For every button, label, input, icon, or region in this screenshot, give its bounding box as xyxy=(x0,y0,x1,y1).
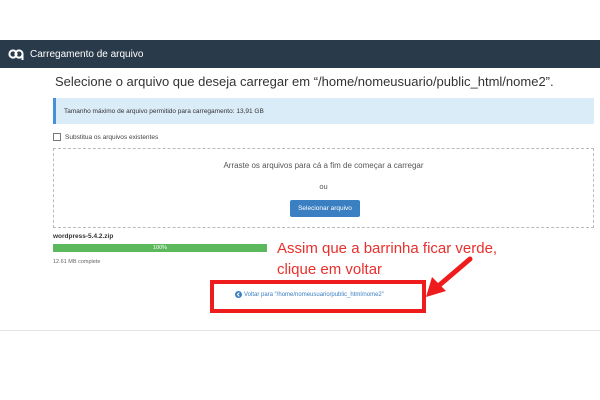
max-size-info-text: Tamanho máximo de arquivo permitido para… xyxy=(64,107,264,115)
annotation-arrow-icon xyxy=(426,256,473,297)
overwrite-checkbox[interactable] xyxy=(53,133,61,141)
top-whitespace xyxy=(0,0,600,40)
upload-status: 12.61 MB complete xyxy=(53,259,101,265)
cpanel-logo-icon xyxy=(8,47,24,61)
arrow-circle-left-icon xyxy=(235,291,242,298)
select-file-button[interactable]: Selecionar arquivo xyxy=(290,200,360,217)
max-size-info-box: Tamanho máximo de arquivo permitido para… xyxy=(53,98,594,124)
upload-progress-label: 100% xyxy=(152,245,168,251)
app-header: Carregamento de arquivo xyxy=(0,40,600,68)
upload-progress-bar: 100% xyxy=(53,244,267,252)
dropzone-or-label: ou xyxy=(319,182,328,191)
back-link[interactable]: Voltar para “/home/nomeusuario/public_ht… xyxy=(235,291,384,298)
overwrite-option[interactable]: Substitua os arquivos existentes xyxy=(53,133,158,141)
page-title: Selecione o arquivo que deseja carregar … xyxy=(55,74,554,89)
back-link-text: Voltar para “/home/nomeusuario/public_ht… xyxy=(244,291,384,298)
overwrite-label: Substitua os arquivos existentes xyxy=(65,133,159,141)
header-title: Carregamento de arquivo xyxy=(30,48,144,60)
dropzone-instruction: Arraste os arquivos para cá a fim de com… xyxy=(223,161,424,170)
divider xyxy=(0,330,600,331)
file-dropzone[interactable]: Arraste os arquivos para cá a fim de com… xyxy=(53,148,594,228)
uploaded-file-name: wordpress-5.4.2.zip xyxy=(53,233,114,240)
upload-progress-fill: 100% xyxy=(53,244,267,252)
